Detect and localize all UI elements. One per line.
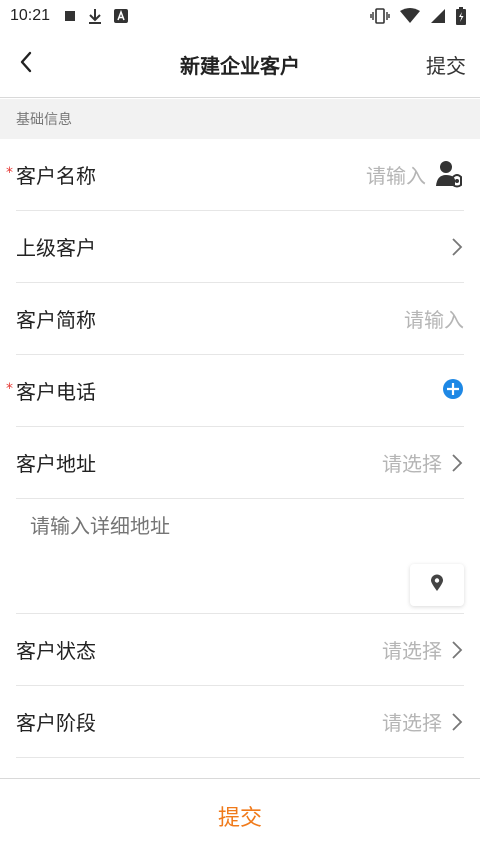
chevron-right-icon — [450, 711, 464, 733]
back-button[interactable] — [10, 48, 42, 80]
address-select[interactable]: 请选择 — [382, 448, 442, 477]
parent-customer-row[interactable]: 上级客户 — [16, 211, 464, 283]
battery-icon — [456, 7, 466, 25]
page-title: 新建企业客户 — [180, 54, 300, 78]
short-name-label: 客户简称 — [16, 308, 96, 332]
vibrate-icon — [370, 8, 390, 24]
chevron-right-icon — [450, 639, 464, 661]
customer-name-row[interactable]: * 客户名称 请输入 — [6, 139, 464, 211]
required-mark: * — [6, 381, 13, 397]
signal-icon — [430, 8, 446, 24]
stage-row[interactable]: 客户阶段 请选择 — [16, 686, 464, 758]
bottom-submit-button[interactable]: 提交 — [218, 800, 262, 832]
short-name-row[interactable]: 客户简称 请输入 — [16, 283, 464, 355]
contact-picker-icon[interactable] — [434, 158, 464, 192]
status-time: 10:21 — [10, 7, 51, 24]
chevron-right-icon — [450, 236, 464, 258]
add-phone-icon[interactable] — [442, 378, 464, 404]
status-select[interactable]: 请选择 — [382, 635, 442, 664]
address-detail-input[interactable] — [30, 514, 410, 538]
customer-name-input[interactable]: 请输入 — [366, 160, 426, 189]
wifi-icon — [400, 8, 420, 24]
required-mark: * — [6, 165, 13, 181]
phone-row: * 客户电话 — [6, 355, 464, 427]
location-button[interactable] — [410, 564, 464, 606]
stop-square-icon — [64, 10, 76, 22]
download-icon — [88, 8, 102, 24]
stage-label: 客户阶段 — [16, 711, 96, 735]
chevron-right-icon — [450, 452, 464, 474]
text-a-icon — [114, 9, 129, 23]
status-left-icons — [64, 8, 129, 24]
chevron-left-icon — [19, 51, 33, 77]
status-right-icons — [370, 7, 466, 25]
phone-label: 客户电话 — [16, 380, 96, 404]
status-label: 客户状态 — [16, 639, 96, 663]
stage-select[interactable]: 请选择 — [382, 707, 442, 736]
address-row[interactable]: 客户地址 请选择 — [16, 427, 464, 499]
section-header-basic-info: 基础信息 — [0, 99, 480, 139]
customer-name-label: 客户名称 — [16, 164, 96, 188]
nav-bar: 新建企业客户 提交 — [0, 32, 480, 98]
location-pin-icon — [430, 574, 444, 596]
short-name-input[interactable]: 请输入 — [404, 304, 464, 333]
parent-customer-label: 上级客户 — [16, 236, 96, 260]
bottom-bar: 提交 — [0, 778, 480, 853]
status-bar: 10:21 — [0, 0, 480, 32]
address-detail-area — [16, 498, 464, 614]
header-submit-button[interactable]: 提交 — [426, 50, 466, 79]
status-row[interactable]: 客户状态 请选择 — [16, 614, 464, 686]
address-label: 客户地址 — [16, 452, 96, 476]
